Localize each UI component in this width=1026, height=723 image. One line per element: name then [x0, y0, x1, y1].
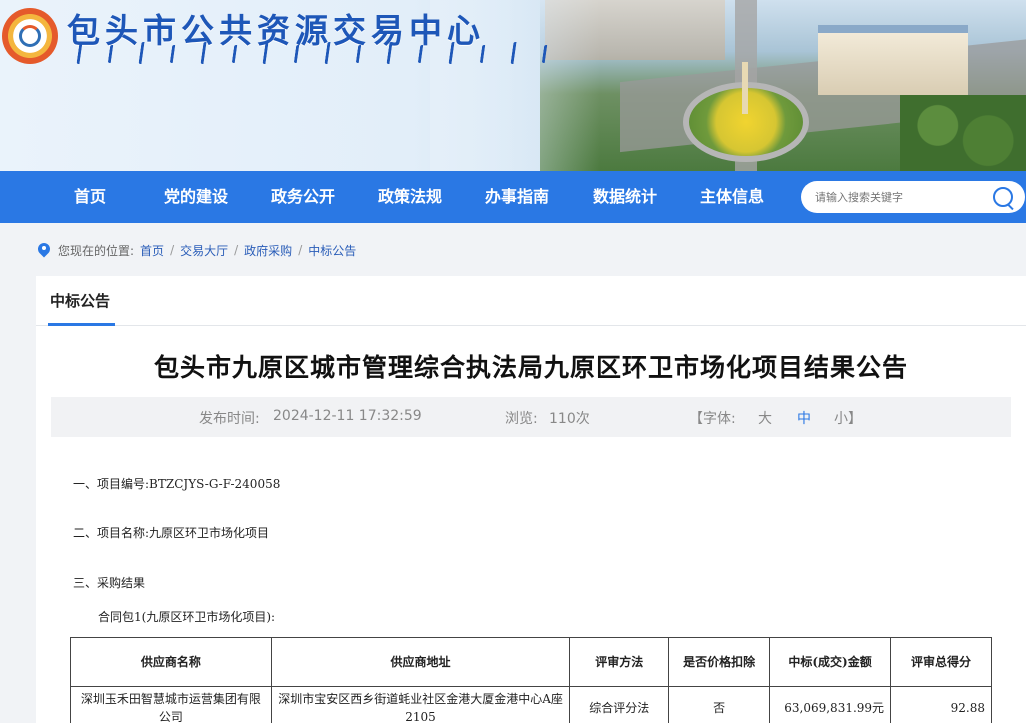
location-pin-icon [38, 243, 50, 257]
search-box [801, 181, 1025, 213]
breadcrumb-trading-hall[interactable]: 交易大厅 [180, 242, 228, 259]
section-divider [36, 325, 1026, 326]
banner-center-building [818, 25, 968, 95]
award-amount-cell: 63,069,831.99元 [769, 686, 892, 723]
search-icon[interactable] [993, 187, 1013, 207]
table-header-row: 供应商名称 供应商地址 评审方法 是否价格扣除 中标(成交)金额 评审总得分 [70, 637, 992, 687]
views-count: 110次 [549, 411, 590, 427]
price-deduction-cell: 否 [668, 686, 771, 723]
review-method-cell: 综合评分法 [569, 686, 670, 723]
breadcrumb-home[interactable]: 首页 [140, 242, 164, 259]
nav-item-affairs[interactable]: 政务公开 [271, 171, 335, 223]
table-header-cell: 是否价格扣除 [668, 637, 771, 687]
contract-package-label: 合同包1(九原区环卫市场化项目): [98, 610, 276, 624]
font-size-label: 【字体: [689, 411, 736, 427]
section-tab[interactable]: 中标公告 [50, 290, 110, 311]
breadcrumb-award-notice[interactable]: 中标公告 [308, 242, 356, 259]
nav-item-entities[interactable]: 主体信息 [700, 171, 764, 223]
article-title: 包头市九原区城市管理综合执法局九原区环卫市场化项目结果公告 [153, 353, 908, 382]
nav-item-guide[interactable]: 办事指南 [485, 171, 549, 223]
breadcrumb-separator: / [170, 243, 175, 257]
supplier-address-cell: 深圳市宝安区西乡街道蚝业社区金港大厦金港中心A座2105 [270, 686, 571, 723]
breadcrumb: 您现在的位置: 首页 / 交易大厅 / 政府采购 / 中标公告 [38, 241, 356, 259]
mongolian-script-title [76, 42, 552, 64]
project-number: 一、项目编号:BTZCJYS-G-F-240058 [73, 477, 281, 491]
table-header-cell: 供应商地址 [270, 637, 571, 687]
views-label: 浏览: [505, 411, 538, 427]
total-score-cell: 92.88 [890, 686, 992, 723]
nav-item-policy[interactable]: 政策法规 [378, 171, 442, 223]
section-tab-underline [48, 323, 115, 326]
font-size-medium[interactable]: 中 [797, 408, 811, 428]
table-header-cell: 评审总得分 [890, 637, 992, 687]
breadcrumb-separator: / [298, 243, 303, 257]
table-header-cell: 供应商名称 [70, 637, 272, 687]
table-header-cell: 中标(成交)金额 [769, 637, 892, 687]
banner-monument [742, 62, 748, 114]
breadcrumb-prefix: 您现在的位置: [58, 243, 135, 258]
table-row: 深圳玉禾田智慧城市运营集团有限公司 深圳市宝安区西乡街道蚝业社区金港大厦金港中心… [70, 686, 992, 723]
nav-item-statistics[interactable]: 数据统计 [593, 171, 657, 223]
banner-trees [900, 95, 1026, 171]
breadcrumb-procurement[interactable]: 政府采购 [244, 242, 292, 259]
article-meta-bar: 发布时间: 2024-12-11 17:32:59 浏览: 110次 【字体: … [51, 397, 1011, 437]
font-size-large[interactable]: 大 [758, 408, 772, 428]
site-logo[interactable] [2, 8, 58, 64]
publish-label: 发布时间: [199, 411, 260, 427]
nav-item-party[interactable]: 党的建设 [164, 171, 228, 223]
nav-item-home[interactable]: 首页 [74, 171, 106, 223]
project-name: 二、项目名称:九原区环卫市场化项目 [73, 526, 270, 540]
table-header-cell: 评审方法 [569, 637, 670, 687]
search-input[interactable] [815, 181, 985, 213]
procurement-result-heading: 三、采购结果 [73, 576, 146, 590]
supplier-name-cell: 深圳玉禾田智慧城市运营集团有限公司 [70, 686, 272, 723]
font-size-small[interactable]: 小】 [834, 408, 862, 428]
logo-emblem-icon [19, 25, 41, 47]
breadcrumb-separator: / [234, 243, 239, 257]
result-table: 供应商名称 供应商地址 评审方法 是否价格扣除 中标(成交)金额 评审总得分 深… [70, 637, 992, 723]
publish-time: 2024-12-11 17:32:59 [273, 408, 422, 424]
